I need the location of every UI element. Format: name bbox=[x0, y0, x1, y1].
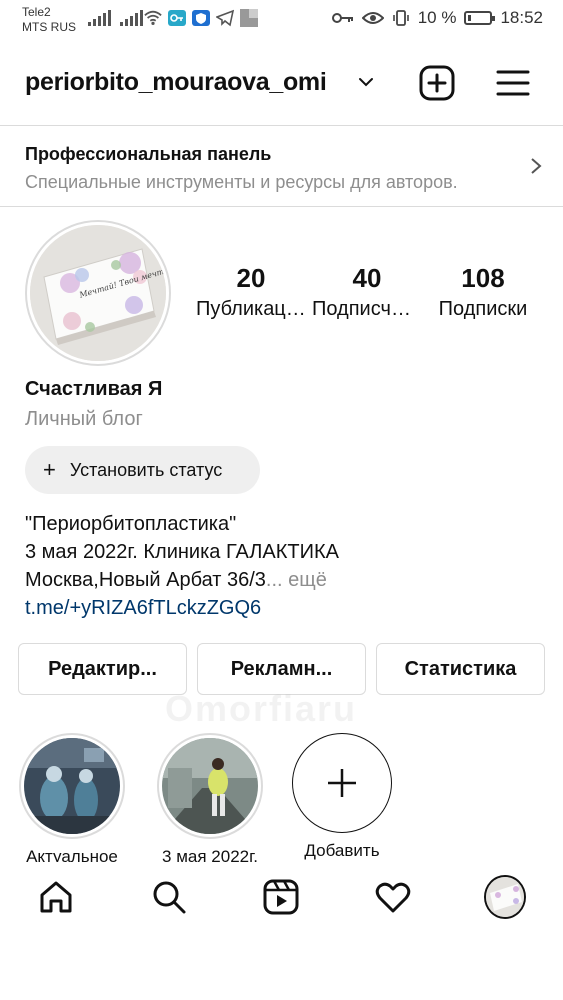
following-count: 108 bbox=[461, 263, 505, 293]
status-right: 10 % 18:52 bbox=[331, 8, 543, 28]
home-icon bbox=[40, 881, 72, 913]
highlight-item[interactable]: Актуальное bbox=[17, 733, 127, 867]
battery-percent: 10 % bbox=[417, 8, 457, 27]
pro-panel-title: Профессиональная панель bbox=[25, 144, 272, 164]
bio-line: 3 мая 2022г. Клиника ГАЛАКТИКА bbox=[25, 541, 339, 563]
telegram-icon bbox=[216, 9, 234, 27]
clock: 18:52 bbox=[500, 8, 543, 27]
profile-header: periorbito_mouraova_omi bbox=[0, 52, 563, 112]
profile-name: Счастливая Я bbox=[25, 378, 163, 400]
divider bbox=[0, 206, 563, 207]
followers-label: Подписчики bbox=[312, 298, 422, 320]
app-icon bbox=[240, 9, 258, 27]
key-icon bbox=[331, 13, 353, 23]
posts-count: 20 bbox=[236, 263, 266, 293]
bio-line: Москва,Новый Арбат 36/3... ещё bbox=[25, 566, 339, 594]
battery-icon bbox=[464, 11, 496, 25]
reels-tab[interactable] bbox=[260, 876, 302, 918]
carrier-info: Tele2 MTS RUS bbox=[22, 5, 76, 35]
new-highlight-ring bbox=[292, 733, 392, 833]
bottom-navigation bbox=[0, 862, 563, 932]
vpn-key-icon bbox=[168, 10, 186, 26]
chevron-right-icon bbox=[531, 158, 542, 174]
new-highlight-button[interactable]: Добавить bbox=[287, 733, 397, 861]
profile-bio: "Периорбитопластика" 3 мая 2022г. Клиник… bbox=[25, 510, 339, 622]
signal-icon bbox=[120, 10, 143, 26]
activity-tab[interactable] bbox=[372, 876, 414, 918]
search-icon bbox=[153, 881, 186, 914]
watermark: Omorfiaru bbox=[165, 688, 358, 729]
set-status-button[interactable]: + Установить статус bbox=[25, 446, 260, 494]
plus-icon bbox=[328, 769, 356, 797]
corridor-image bbox=[162, 738, 258, 834]
greeting-card-image: Мечтай! Твои мечты обязательно сбудутся bbox=[30, 225, 166, 361]
search-tab[interactable] bbox=[148, 876, 190, 918]
following-label: Подписки bbox=[438, 298, 528, 320]
stat-followers[interactable]: 40 Подписчики bbox=[312, 262, 422, 324]
create-post-icon[interactable] bbox=[418, 64, 456, 102]
profile-tab[interactable] bbox=[484, 875, 526, 919]
stat-following[interactable]: 108 Подписки bbox=[428, 262, 538, 324]
vibrate-icon bbox=[392, 10, 409, 26]
pro-panel-subtitle: Специальные инструменты и ресурсы для ав… bbox=[25, 172, 458, 192]
insights-button[interactable]: Статистика bbox=[376, 643, 545, 695]
highlight-cover bbox=[162, 738, 258, 834]
stat-posts[interactable]: 20 Публикации bbox=[196, 262, 306, 324]
reels-icon bbox=[263, 879, 299, 915]
chevron-down-icon[interactable] bbox=[356, 72, 376, 92]
highlight-item[interactable]: 3 мая 2022г. bbox=[155, 733, 265, 867]
heart-icon bbox=[375, 882, 411, 913]
signal-icon bbox=[88, 10, 111, 26]
profile-avatar[interactable]: Мечтай! Твои мечты обязательно сбудутся bbox=[25, 220, 171, 366]
status-bar: Tele2 MTS RUS 10 % 18:52 bbox=[0, 0, 563, 40]
profile-category: Личный блог bbox=[25, 408, 143, 430]
new-highlight-label: Добавить bbox=[304, 841, 380, 860]
bio-link[interactable]: t.me/+yRIZA6fTLckzZGQ6 bbox=[25, 594, 339, 622]
avatar-image: Мечтай! Твои мечты обязательно сбудутся bbox=[30, 225, 166, 361]
highlight-cover bbox=[24, 738, 120, 834]
eye-icon bbox=[361, 12, 384, 24]
followers-count: 40 bbox=[352, 263, 382, 293]
bio-more-link[interactable]: ... ещё bbox=[266, 569, 327, 591]
highlight-ring bbox=[157, 733, 263, 839]
bio-line-text: Москва,Новый Арбат 36/3 bbox=[25, 569, 266, 591]
profile-avatar-thumb bbox=[486, 877, 524, 917]
surgery-room-image bbox=[24, 738, 120, 834]
carrier-2: MTS RUS bbox=[22, 20, 76, 34]
shield-icon bbox=[192, 10, 210, 26]
highlight-ring bbox=[19, 733, 125, 839]
home-tab[interactable] bbox=[35, 876, 77, 918]
set-status-label: Установить статус bbox=[69, 459, 223, 480]
account-switcher[interactable]: periorbito_mouraova_omi bbox=[25, 68, 327, 97]
avatar bbox=[484, 875, 526, 919]
carrier-1: Tele2 bbox=[22, 5, 51, 19]
wifi-icon bbox=[144, 10, 162, 26]
edit-profile-button[interactable]: Редактир... bbox=[18, 643, 187, 695]
posts-label: Публикации bbox=[196, 298, 306, 320]
menu-icon[interactable] bbox=[494, 64, 532, 102]
plus-icon: + bbox=[43, 457, 56, 482]
bio-line: "Периорбитопластика" bbox=[25, 513, 237, 535]
professional-dashboard-link[interactable]: Профессиональная панель Специальные инст… bbox=[0, 126, 563, 206]
